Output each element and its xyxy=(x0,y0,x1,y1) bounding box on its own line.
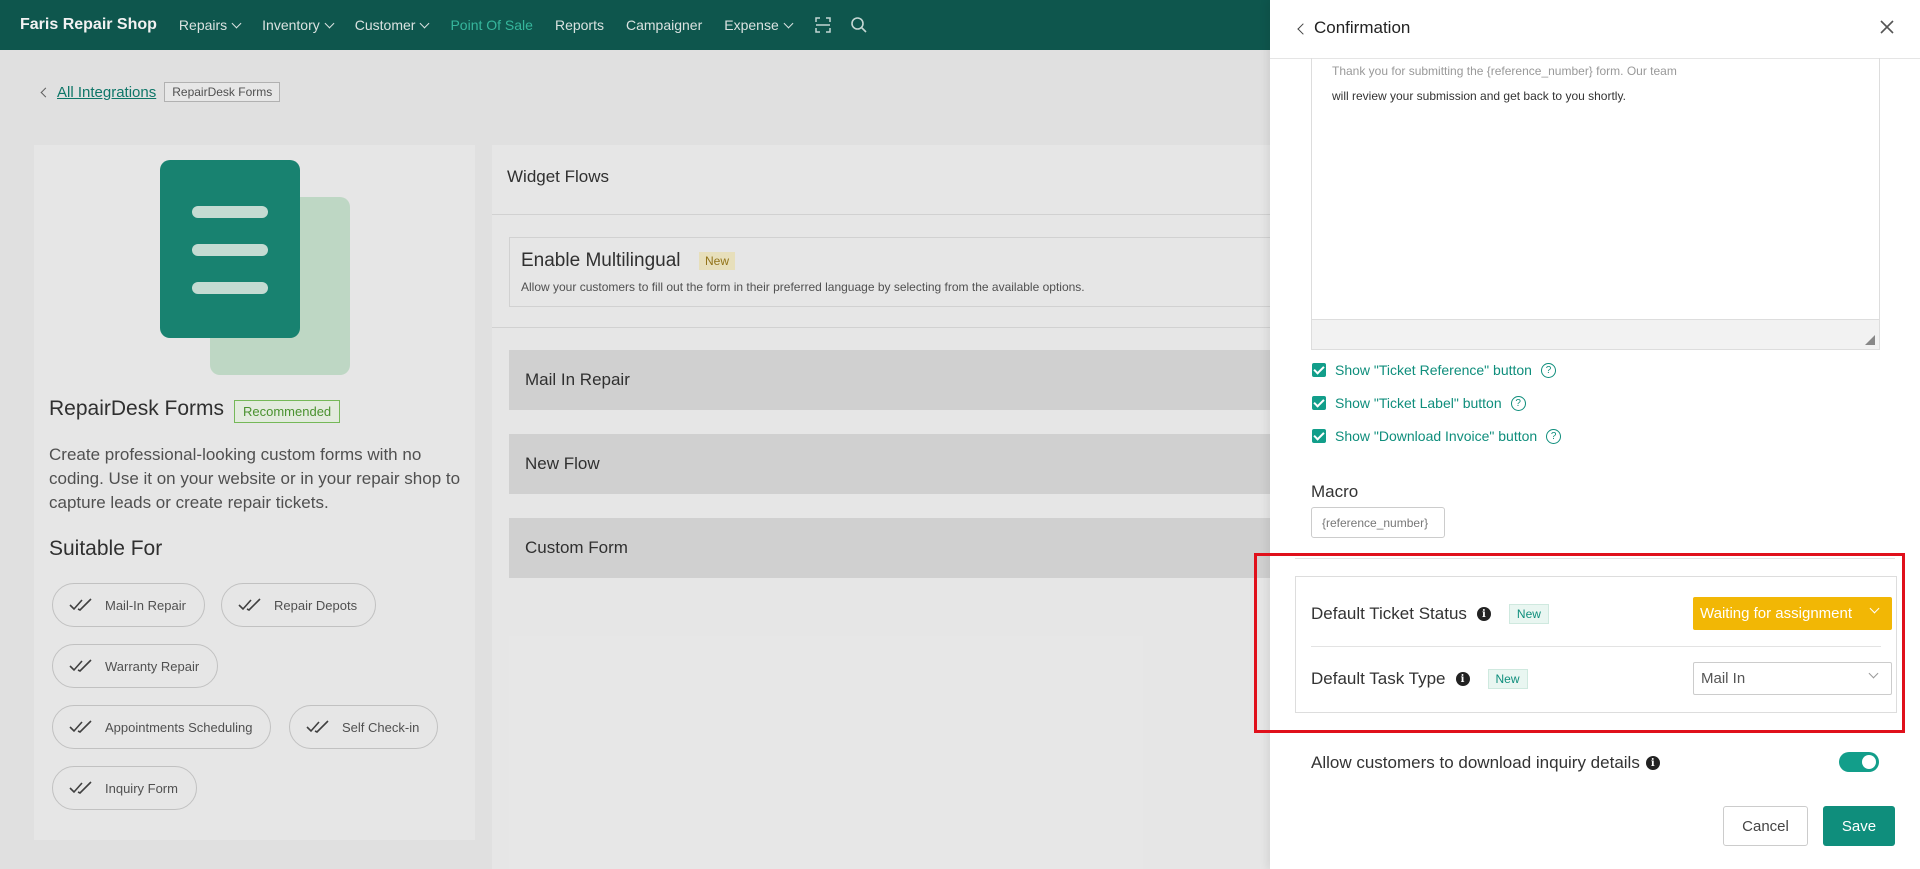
divider xyxy=(1311,646,1881,647)
help-icon[interactable]: ? xyxy=(1510,395,1526,411)
checkbox-ticket-reference[interactable]: Show "Ticket Reference" button ? xyxy=(1312,362,1556,378)
editor-text: will review your submission and get back… xyxy=(1332,89,1626,103)
checkbox-label: Show "Ticket Reference" button xyxy=(1335,362,1532,378)
checkbox-label: Show "Ticket Label" button xyxy=(1335,395,1502,411)
download-inquiry-row: Allow customers to download inquiry deta… xyxy=(1311,753,1660,773)
default-task-type-select[interactable]: Mail In xyxy=(1693,662,1892,695)
info-icon[interactable]: i xyxy=(1476,607,1491,621)
checkbox-checked-icon[interactable] xyxy=(1312,429,1326,443)
default-ticket-status-label: Default Ticket Status xyxy=(1311,604,1467,623)
select-value: Waiting for assignment xyxy=(1700,605,1853,622)
default-ticket-status-row: Default Ticket Status i New Waiting for … xyxy=(1311,589,1892,639)
save-button[interactable]: Save xyxy=(1823,806,1895,846)
default-task-type-row: Default Task Type i New Mail In xyxy=(1311,654,1892,704)
chevron-down-icon xyxy=(1868,668,1879,679)
chevron-left-icon[interactable] xyxy=(1297,23,1309,35)
drawer-backdrop[interactable] xyxy=(0,0,1270,869)
editor-footer xyxy=(1312,319,1879,349)
new-badge: New xyxy=(1508,604,1549,624)
help-icon[interactable]: ? xyxy=(1540,362,1556,378)
drawer-title: Confirmation xyxy=(1314,18,1411,37)
checkbox-download-invoice[interactable]: Show "Download Invoice" button ? xyxy=(1312,428,1562,444)
download-inquiry-toggle[interactable] xyxy=(1839,752,1879,772)
checkbox-checked-icon[interactable] xyxy=(1312,363,1326,377)
download-inquiry-label: Allow customers to download inquiry deta… xyxy=(1311,753,1640,772)
info-icon[interactable]: i xyxy=(1455,672,1470,686)
chevron-down-icon xyxy=(1869,603,1880,614)
resize-handle-icon[interactable] xyxy=(1865,335,1875,345)
select-value: Mail In xyxy=(1701,670,1746,687)
default-task-type-label: Default Task Type xyxy=(1311,669,1446,688)
drawer-header: Confirmation xyxy=(1270,0,1920,58)
macro-reference-number-chip[interactable]: {reference_number} xyxy=(1311,507,1445,538)
new-badge: New xyxy=(1487,669,1528,689)
cancel-button[interactable]: Cancel xyxy=(1723,806,1808,846)
checkbox-label: Show "Download Invoice" button xyxy=(1335,428,1538,444)
checkbox-ticket-label[interactable]: Show "Ticket Label" button ? xyxy=(1312,395,1526,411)
checkbox-checked-icon[interactable] xyxy=(1312,396,1326,410)
divider xyxy=(1295,558,1895,559)
macro-label: Macro xyxy=(1311,482,1359,501)
confirmation-drawer: Confirmation Thank you for submitting th… xyxy=(1270,0,1920,869)
info-icon[interactable]: i xyxy=(1645,756,1660,770)
default-ticket-status-select[interactable]: Waiting for assignment xyxy=(1693,597,1892,630)
help-icon[interactable]: ? xyxy=(1546,428,1562,444)
confirmation-message-editor[interactable]: Thank you for submitting the {reference_… xyxy=(1311,58,1880,350)
close-icon[interactable] xyxy=(1878,18,1896,36)
defaults-section: Default Ticket Status i New Waiting for … xyxy=(1295,576,1897,713)
editor-text-clipped: Thank you for submitting the {reference_… xyxy=(1332,64,1677,78)
